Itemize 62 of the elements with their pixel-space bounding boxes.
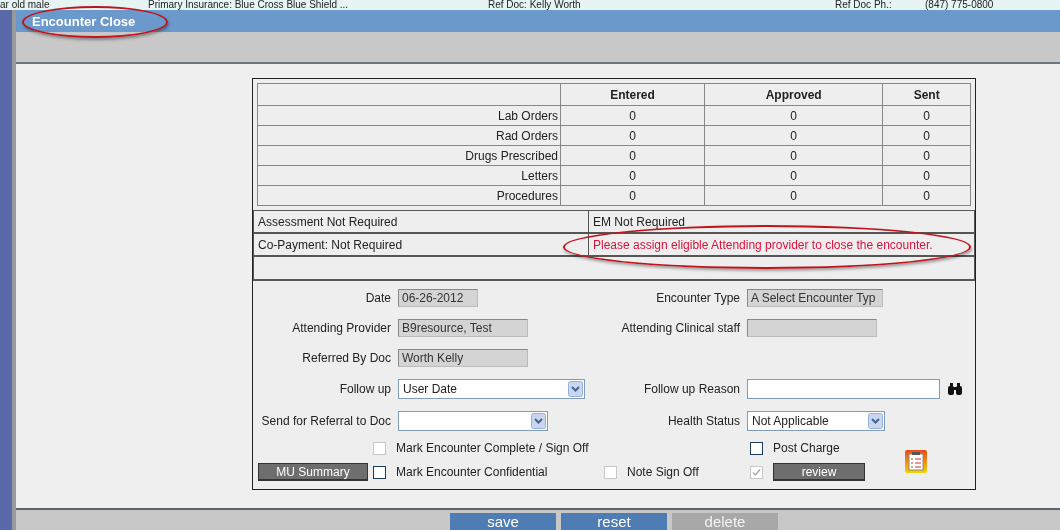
field-label: Send for Referral to Doc [260, 414, 391, 428]
status-cell: Assessment Not Required [253, 210, 589, 233]
row-label: Drugs Prescribed [257, 145, 561, 166]
readonly-field[interactable]: A Select Encounter Typ [747, 289, 883, 307]
patient-info-text: Ref Doc: Kelly Worth [488, 0, 582, 10]
status-cell: Co-Payment: Not Required [253, 233, 589, 256]
table-cell: 0 [704, 145, 883, 166]
table-header: Entered [560, 83, 705, 106]
action-button[interactable]: save [450, 513, 556, 530]
dropdown-field[interactable] [398, 411, 548, 431]
field-label: Health Status [666, 414, 740, 428]
readonly-field[interactable]: B9resource, Test [398, 319, 528, 337]
row-label: Procedures [257, 185, 561, 206]
field-label: Date [364, 291, 391, 305]
table-cell: 0 [704, 105, 883, 126]
field-label: Encounter Type [655, 291, 740, 305]
row-label: Lab Orders [257, 105, 561, 126]
table-cell: 0 [560, 125, 705, 146]
checkbox[interactable] [373, 465, 386, 479]
checkbox-label: Mark Encounter Confidential [396, 465, 548, 479]
table-header: Approved [704, 83, 883, 106]
table-cell: 0 [560, 145, 705, 166]
error-message: Please assign eligible Attending provider to close the encounter. [588, 233, 975, 256]
dropdown-field[interactable]: Not Applicable [747, 411, 885, 431]
field-label: Referred By Doc [301, 351, 391, 365]
binoculars-icon[interactable] [947, 382, 963, 396]
action-button[interactable]: reset [561, 513, 667, 530]
patient-info-text: (847) 775-0800 [925, 0, 995, 10]
table-cell: 0 [560, 165, 705, 186]
row-label: Rad Orders [257, 125, 561, 146]
table-cell: 0 [882, 105, 971, 126]
dropdown-field[interactable]: User Date [398, 379, 585, 399]
table-cell: 0 [704, 165, 883, 186]
mu-summary-button[interactable]: MU Summary [258, 463, 368, 481]
readonly-field[interactable] [747, 319, 877, 337]
window-title: Encounter Close [32, 13, 136, 29]
patient-info-text: Primary Insurance: Blue Cross Blue Shield ... [148, 0, 350, 10]
checkbox-label: Post Charge [773, 441, 840, 455]
table-cell: 0 [704, 125, 883, 146]
field-label: Attending Provider [291, 321, 391, 335]
field-label: Follow up Reason [642, 382, 740, 396]
checkbox-label: Mark Encounter Complete / Sign Off [396, 441, 589, 455]
table-header: Sent [882, 83, 971, 106]
table-cell: 0 [882, 125, 971, 146]
readonly-field[interactable]: 06-26-2012 [398, 289, 478, 307]
table-cell: 0 [560, 185, 705, 206]
checkbox-label: Note Sign Off [627, 465, 699, 479]
field-label: Follow up [338, 382, 391, 396]
readonly-field[interactable]: Worth Kelly [398, 349, 528, 367]
patient-info-text: Ref Doc Ph.: [835, 0, 893, 10]
input-field[interactable] [747, 379, 940, 399]
patient-info-text: ar old male [0, 0, 51, 10]
row-label: Letters [257, 165, 561, 186]
field-label: Attending Clinical staff [620, 321, 740, 335]
table-cell: 0 [704, 185, 883, 206]
table-cell: 0 [882, 145, 971, 166]
checkbox[interactable] [750, 441, 763, 455]
table-cell: 0 [560, 105, 705, 126]
table-cell: 0 [882, 165, 971, 186]
clipboard-icon[interactable] [905, 449, 927, 473]
status-cell: EM Not Required [588, 210, 975, 233]
table-cell: 0 [882, 185, 971, 206]
